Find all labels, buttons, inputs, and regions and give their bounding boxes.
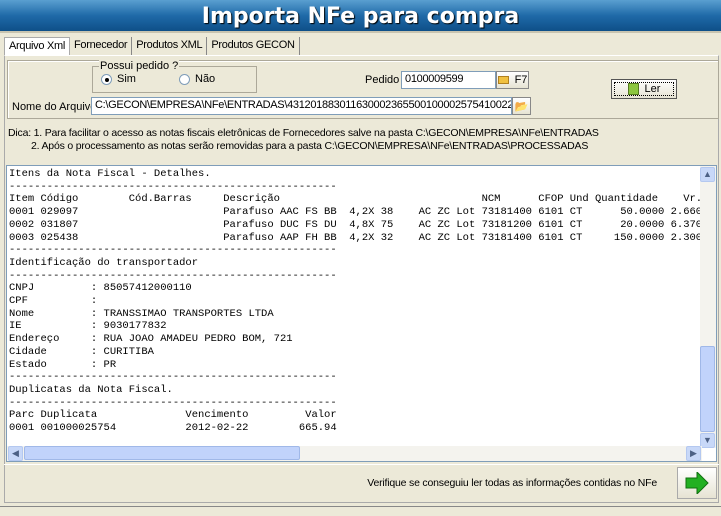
f7-search-button[interactable]: F7 — [496, 71, 529, 89]
memo-line: Endereço : RUA JOAO AMADEU PEDRO BOM, 72… — [9, 333, 293, 346]
folder-icon — [497, 76, 509, 84]
memo-line: ----------------------------------------… — [9, 244, 337, 257]
pedido-input[interactable]: 0100009599 — [401, 71, 496, 89]
footer-panel: Verifique se conseguiu ler todas as info… — [4, 464, 719, 500]
arquivo-label: Nome do Arquivo — [12, 101, 97, 113]
memo-line: ----------------------------------------… — [9, 396, 337, 409]
vertical-scroll-thumb[interactable] — [700, 346, 715, 432]
memo-text: Itens da Nota Fiscal - Detalhes. --------… — [9, 168, 702, 448]
vertical-scrollbar[interactable]: ▲ ▼ — [700, 166, 716, 448]
scroll-left-icon[interactable]: ◀ — [8, 446, 23, 461]
scroll-up-icon[interactable]: ▲ — [700, 167, 715, 182]
memo-line: 0003 025438 Parafuso AAP FH BB 4,2X 32 A… — [9, 231, 702, 244]
tab-fornecedor[interactable]: Fornecedor — [70, 37, 133, 55]
status-bar — [0, 506, 721, 516]
scroll-down-icon[interactable]: ▼ — [700, 433, 715, 448]
memo-line: 0001 029097 Parafuso AAC FS BB 4,2X 38 A… — [9, 206, 702, 219]
memo-line: Parc Duplicata Vencimento Valor — [9, 409, 337, 422]
window-title: Importa NFe para compra — [201, 4, 520, 29]
memo-line: Cidade : CURITIBA — [9, 345, 154, 358]
pedido-label: Pedido — [365, 74, 400, 86]
memo-line: 0002 031807 Parafuso DUC FS DU 4,8X 75 A… — [9, 218, 702, 231]
title-bar: Importa NFe para compra — [0, 0, 721, 33]
open-folder-icon: 📂 — [514, 100, 529, 113]
dica-line-1: Dica: 1. Para facilitar o acesso as nota… — [8, 127, 599, 139]
radio-unchecked-icon — [179, 73, 190, 85]
horizontal-scrollbar[interactable]: ◀ ▶ — [7, 446, 702, 461]
dica-line-2: 2. Após o processamento as notas serão r… — [31, 140, 589, 152]
memo-line: 0001 001000025754 2012-02-22 665.94 — [9, 422, 337, 435]
radio-nao-label: Não — [195, 73, 216, 85]
open-file-button[interactable]: 📂 — [512, 97, 531, 115]
nfe-details-memo[interactable]: Itens da Nota Fiscal - Detalhes. --------… — [6, 165, 717, 462]
next-button[interactable] — [677, 467, 717, 499]
tab-bar: Arquivo Xml Fornecedor Produtos XML Prod… — [4, 37, 300, 55]
tab-produtos-gecon[interactable]: Produtos GECON — [207, 37, 300, 55]
radio-sim[interactable]: Sim — [101, 73, 136, 85]
f7-label: F7 — [514, 74, 528, 86]
memo-line: ----------------------------------------… — [9, 180, 337, 193]
dica-text: Dica: 1. Para facilitar o acesso as nota… — [8, 127, 599, 153]
memo-line: ----------------------------------------… — [9, 371, 337, 384]
horizontal-scroll-thumb[interactable] — [24, 446, 300, 460]
memo-line: Estado : PR — [9, 358, 117, 371]
memo-line: Nome : TRANSSIMAO TRANSPORTES LTDA — [9, 307, 274, 320]
radio-sim-label: Sim — [117, 73, 136, 85]
memo-line: Itens da Nota Fiscal - Detalhes. — [9, 168, 211, 180]
green-arrow-right-icon — [685, 472, 709, 494]
footer-hint: Verifique se conseguiu ler todas as info… — [367, 477, 657, 489]
memo-line: Duplicatas da Nota Fiscal. — [9, 383, 173, 396]
radio-checked-icon — [101, 73, 112, 85]
ler-button[interactable]: Ler — [611, 79, 677, 99]
tab-arquivo-xml[interactable]: Arquivo Xml — [4, 37, 70, 55]
possui-pedido-label: Possui pedido ? — [99, 60, 180, 72]
memo-line: CNPJ : 85057412000110 — [9, 282, 192, 295]
memo-line: Item Código Cód.Barras Descrição NCM CFO… — [9, 193, 702, 206]
memo-line: CPF : — [9, 295, 98, 308]
tab-produtos-xml[interactable]: Produtos XML — [132, 37, 208, 55]
possui-pedido-group: Possui pedido ? Sim Não — [92, 60, 257, 93]
arquivo-input[interactable]: C:\GECON\EMPRESA\NFe\ENTRADAS\4312018830… — [91, 97, 512, 115]
memo-line: Identificação do transportador — [9, 256, 199, 269]
scroll-right-icon[interactable]: ▶ — [686, 446, 701, 461]
memo-line: ----------------------------------------… — [9, 269, 337, 282]
read-icon — [627, 83, 639, 95]
radio-nao[interactable]: Não — [179, 73, 215, 85]
memo-line: IE : 9030177832 — [9, 320, 167, 333]
ler-label: Ler — [644, 83, 661, 95]
